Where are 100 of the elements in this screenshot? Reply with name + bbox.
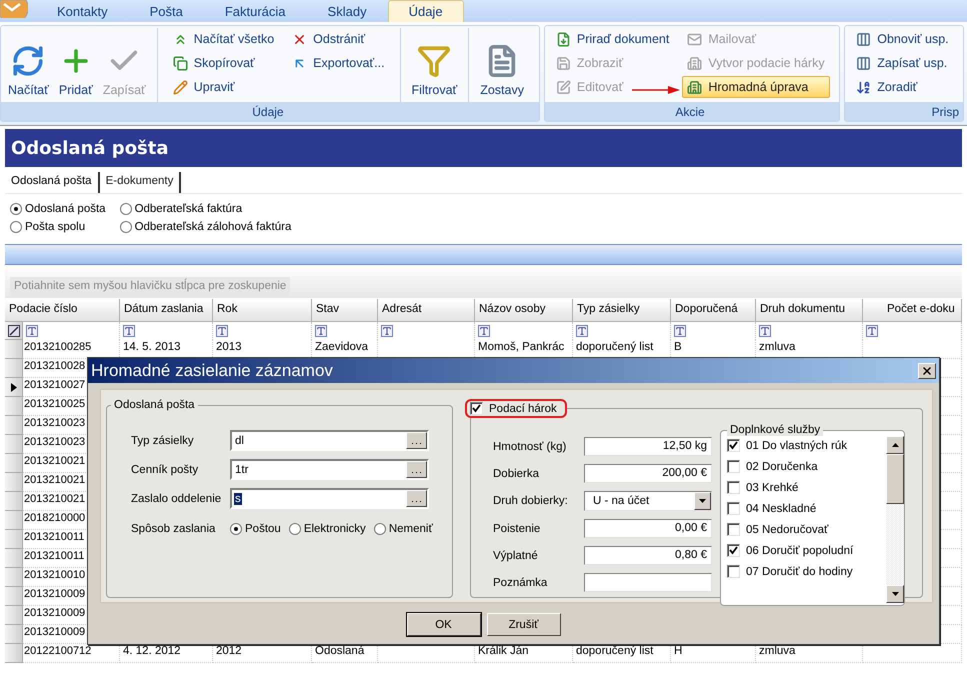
checkbox[interactable]: [727, 565, 740, 578]
filter-icon[interactable]: [759, 325, 771, 337]
field-label: Poistenie: [493, 522, 542, 534]
building-icon: [687, 80, 702, 94]
filter-icon[interactable]: [315, 325, 327, 337]
radio-label[interactable]: Pošta spolu: [25, 221, 86, 233]
lookup-field[interactable]: s: [230, 488, 429, 509]
ribbon-button[interactable]: Pridať: [54, 28, 98, 102]
close-button[interactable]: [918, 362, 936, 378]
column-header[interactable]: Adresát: [378, 299, 475, 322]
ribbon-tab[interactable]: Údaje: [388, 0, 464, 22]
radio-button[interactable]: [10, 221, 22, 233]
filter-icon[interactable]: [866, 325, 878, 337]
radio-label[interactable]: Odberateľská faktúra: [134, 203, 242, 215]
row-selector[interactable]: [5, 378, 23, 397]
checkbox-label[interactable]: 07 Doručiť do hodiny: [746, 566, 853, 578]
input-field[interactable]: 12,50 kg: [584, 437, 712, 456]
checkbox-label[interactable]: 05 Nedoručovať: [746, 524, 828, 536]
checkbox[interactable]: [727, 502, 740, 515]
filter-icon[interactable]: [576, 325, 588, 337]
browse-button[interactable]: [406, 432, 427, 449]
column-header[interactable]: Druh dokumentu: [756, 299, 863, 322]
filter-clear-icon[interactable]: [8, 324, 20, 336]
browse-button[interactable]: [406, 461, 427, 478]
radio-label[interactable]: Odoslaná pošta: [25, 203, 106, 215]
filter-icon[interactable]: [478, 325, 490, 337]
field-value: s: [234, 492, 242, 504]
close-icon: [921, 364, 933, 376]
checkbox-label[interactable]: 06 Doručiť popoludní: [746, 544, 854, 556]
group-label: Akcie: [544, 102, 840, 121]
ribbon-button[interactable]: Zostavy: [475, 28, 529, 102]
ribbon-button[interactable]: Zoradiť: [851, 76, 954, 98]
radio-button[interactable]: [10, 203, 22, 215]
checkbox-label[interactable]: 03 Krehké: [746, 482, 798, 494]
radio-button[interactable]: [288, 523, 301, 535]
ribbon-button[interactable]: Priraď dokument: [550, 28, 674, 50]
checkbox-label[interactable]: 01 Do vlastných rúk: [746, 440, 847, 452]
column-header[interactable]: Typ zásielky: [573, 299, 671, 322]
field-label: Výplatné: [493, 550, 539, 562]
radio-button[interactable]: [120, 221, 132, 233]
ribbon-button[interactable]: Filtrovať: [406, 28, 462, 102]
filter-icon[interactable]: [381, 325, 393, 337]
dialog-button[interactable]: Zrušiť: [486, 613, 560, 636]
column-header[interactable]: Dátum zaslania: [120, 299, 213, 322]
column-header[interactable]: Názov osoby: [475, 299, 573, 322]
ribbon-button[interactable]: Obnoviť usp.: [851, 28, 954, 50]
filter-icon[interactable]: [216, 325, 228, 337]
ribbon-button[interactable]: Odstrániť: [287, 28, 390, 50]
field-label: Druh dobierky:: [493, 495, 569, 507]
checkbox[interactable]: [727, 460, 740, 473]
ribbon-tab[interactable]: Fakturácia: [204, 0, 307, 22]
radio-label[interactable]: Elektronicky: [304, 523, 366, 535]
ribbon-tab[interactable]: Pošta: [128, 0, 204, 22]
ribbon-button[interactable]: Načítať: [3, 28, 54, 102]
checkbox[interactable]: [727, 481, 740, 494]
radio-button[interactable]: [120, 203, 132, 215]
lookup-field[interactable]: 1tr: [230, 459, 429, 480]
column-header[interactable]: Počet e-doku: [863, 299, 962, 322]
checkbox-label[interactable]: 04 Neskladné: [746, 502, 816, 514]
column-header[interactable]: Rok: [213, 299, 312, 322]
ribbon-tab[interactable]: Kontakty: [36, 0, 129, 22]
field-label: Cenník pošty: [131, 464, 200, 476]
ribbon-button[interactable]: Načítať všetko: [168, 28, 280, 50]
radio-button[interactable]: [230, 523, 242, 535]
browse-button[interactable]: [406, 490, 427, 507]
down-arrow-icon: [892, 592, 898, 596]
input-field[interactable]: [584, 573, 712, 592]
ribbon-button[interactable]: Skopírovať: [168, 52, 280, 74]
dialog-button[interactable]: OK: [406, 613, 480, 636]
ribbon-button[interactable]: Exportovať...: [287, 52, 390, 74]
radio-label[interactable]: Odberateľská zálohová faktúra: [134, 221, 292, 233]
column-header[interactable]: Doporučená: [671, 299, 756, 322]
filter-icon[interactable]: [26, 325, 38, 337]
building-icon: [687, 56, 702, 70]
input-field[interactable]: 0,00 €: [584, 519, 712, 538]
checkbox[interactable]: [470, 402, 483, 415]
checkbox-label[interactable]: 02 Doručenka: [746, 460, 818, 472]
column-header[interactable]: Podacie číslo: [5, 299, 120, 322]
checkbox-label[interactable]: Podací hárok: [489, 402, 557, 414]
ribbon-button[interactable]: Upraviť: [168, 76, 280, 98]
ribbon-button[interactable]: Zapísať usp.: [851, 52, 954, 74]
group-label: Údaje: [1, 102, 539, 121]
scrollbar[interactable]: [886, 436, 904, 603]
checkbox[interactable]: [727, 523, 740, 536]
app-menu-icon[interactable]: [0, 0, 28, 18]
checkbox[interactable]: [727, 544, 740, 557]
checkbox[interactable]: [727, 439, 740, 452]
ribbon-tab[interactable]: Sklady: [306, 0, 388, 22]
input-field[interactable]: 200,00 €: [584, 464, 712, 483]
filter-icon[interactable]: [123, 325, 135, 337]
input-field[interactable]: 0,80 €: [584, 546, 712, 565]
lookup-field[interactable]: dl: [230, 430, 429, 451]
ribbon-button[interactable]: Hromadná úprava: [682, 76, 830, 98]
document-tab[interactable]: E-dokumenty: [100, 172, 182, 193]
dropdown[interactable]: U - na účet: [584, 491, 712, 511]
column-header[interactable]: Stav: [312, 299, 378, 322]
radio-button[interactable]: [374, 523, 386, 535]
filter-icon[interactable]: [674, 325, 686, 337]
radio-label[interactable]: Nemeniť: [388, 523, 433, 535]
radio-label[interactable]: Poštou: [245, 523, 281, 535]
